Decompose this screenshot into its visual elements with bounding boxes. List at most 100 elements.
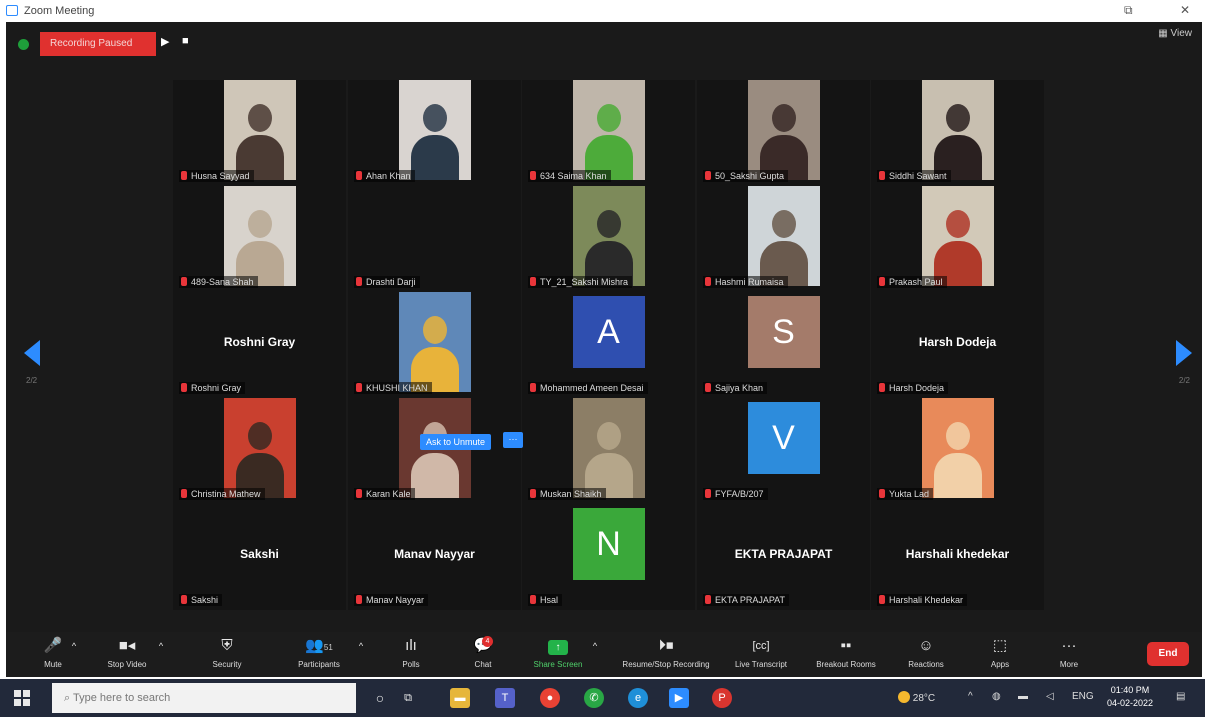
- participant-tile[interactable]: Muskan Shaikh: [522, 398, 695, 504]
- notifications-icon[interactable]: ▤: [1176, 691, 1185, 702]
- participant-tile[interactable]: Siddhi Sawant: [871, 80, 1044, 186]
- participant-tile[interactable]: S Sajiya Khan: [697, 292, 870, 398]
- participant-more-button[interactable]: ···: [503, 432, 523, 448]
- teams-icon[interactable]: T: [495, 688, 515, 708]
- video-options-chevron-icon[interactable]: ^: [156, 636, 166, 674]
- breakout-rooms-button[interactable]: ▪▪ Breakout Rooms: [810, 636, 882, 674]
- chrome-icon[interactable]: ●: [540, 688, 560, 708]
- participant-tile[interactable]: 634 Saima Khan: [522, 80, 695, 186]
- participant-tile[interactable]: Harshali khedekar Harshali Khedekar: [871, 504, 1044, 610]
- participants-button[interactable]: 👥51 Participants: [289, 636, 349, 674]
- file-explorer-icon[interactable]: ▬: [450, 688, 470, 708]
- reactions-label: Reactions: [908, 660, 944, 669]
- participant-tile[interactable]: KHUSHI KHAN: [348, 292, 521, 398]
- shield-icon: ⛨: [221, 637, 233, 654]
- chat-button[interactable]: 💬 4 Chat: [468, 636, 498, 674]
- participant-tile[interactable]: N Hsal: [522, 504, 695, 610]
- audio-options-chevron-icon[interactable]: ^: [69, 636, 79, 674]
- participants-options-chevron-icon[interactable]: ^: [356, 636, 366, 674]
- participant-tile[interactable]: TY_21_Sakshi Mishra: [522, 186, 695, 292]
- input-language[interactable]: ENG: [1072, 691, 1094, 702]
- view-button[interactable]: ▦ View: [1158, 28, 1192, 39]
- participant-display-name: Harsh Dodeja: [918, 335, 997, 349]
- resume-recording-play-icon[interactable]: ▶: [161, 35, 169, 48]
- participant-name: Drashti Darji: [366, 277, 416, 287]
- share-options-chevron-icon[interactable]: ^: [590, 636, 600, 674]
- reactions-button[interactable]: ☺ Reactions: [902, 636, 950, 674]
- live-transcript-button[interactable]: [cc] Live Transcript: [729, 636, 793, 674]
- muted-mic-icon: [356, 277, 362, 286]
- stop-video-button[interactable]: ■◂ Stop Video: [102, 636, 152, 674]
- participant-tile[interactable]: Drashti Darji: [348, 186, 521, 292]
- battery-icon[interactable]: ▬: [1018, 691, 1028, 702]
- participant-name-label: Christina Mathew: [179, 488, 265, 500]
- ask-to-unmute-button[interactable]: Ask to Unmute: [420, 434, 492, 450]
- more-label: More: [1059, 660, 1079, 669]
- participant-name-label: Ahan Khan: [354, 170, 415, 182]
- participant-name-label: Husna Sayyad: [179, 170, 254, 182]
- muted-mic-icon: [356, 171, 362, 180]
- page-indicator-left: 2/2: [26, 376, 38, 385]
- participant-tile[interactable]: Harsh Dodeja Harsh Dodeja: [871, 292, 1044, 398]
- muted-mic-icon: [181, 171, 187, 180]
- task-view-icon[interactable]: ⧉: [398, 688, 418, 708]
- participant-name-label: Drashti Darji: [354, 276, 420, 288]
- participant-name: TY_21_Sakshi Mishra: [540, 277, 629, 287]
- volume-icon[interactable]: ◁: [1046, 691, 1054, 702]
- meeting-info-shield-icon[interactable]: [18, 39, 29, 50]
- share-screen-button[interactable]: ↑ Share Screen: [531, 636, 585, 674]
- participant-tile[interactable]: EKTA PRAJAPAT EKTA PRAJAPAT: [697, 504, 870, 610]
- whatsapp-icon[interactable]: ✆: [584, 688, 604, 708]
- participant-tile[interactable]: Ahan Khan: [348, 80, 521, 186]
- gallery-grid: Husna Sayyad Ahan Khan 634 Saima Khan 50_Sa…: [173, 80, 1046, 630]
- participant-tile[interactable]: Hashmi Rumaisa: [697, 186, 870, 292]
- participant-tile[interactable]: Yukta Lad: [871, 398, 1044, 504]
- participant-tile[interactable]: A Mohammed Ameen Desai: [522, 292, 695, 398]
- participant-tile[interactable]: 489-Sana Shah: [173, 186, 346, 292]
- chat-label: Chat: [474, 660, 492, 669]
- muted-mic-icon: [356, 383, 362, 392]
- close-window-icon[interactable]: ✕: [1180, 3, 1190, 17]
- powerpoint-icon[interactable]: P: [712, 688, 732, 708]
- windows-start-icon[interactable]: [14, 690, 30, 706]
- participant-tile[interactable]: Husna Sayyad: [173, 80, 346, 186]
- participant-tile[interactable]: Christina Mathew: [173, 398, 346, 504]
- chat-unread-badge: 4: [482, 636, 493, 647]
- taskbar-clock[interactable]: 01:40 PM 04-02-2022: [1107, 684, 1153, 710]
- tray-overflow-chevron-icon[interactable]: ^: [968, 691, 973, 702]
- participant-tile[interactable]: Manav Nayyar Manav Nayyar: [348, 504, 521, 610]
- next-page-arrow-icon[interactable]: [1176, 340, 1192, 366]
- network-icon[interactable]: ◍: [992, 691, 1001, 702]
- participant-name: Karan Kale: [366, 489, 411, 499]
- participant-display-name: Manav Nayyar: [394, 547, 475, 561]
- previous-page-arrow-icon[interactable]: [24, 340, 40, 366]
- participant-tile[interactable]: Sakshi Sakshi: [173, 504, 346, 610]
- apps-button[interactable]: ⬚ Apps: [982, 636, 1018, 674]
- participant-tile[interactable]: Roshni Gray Roshni Gray: [173, 292, 346, 398]
- zoom-taskbar-icon[interactable]: ▶: [669, 688, 689, 708]
- polls-button[interactable]: ılı Polls: [394, 636, 428, 674]
- window-title: Zoom Meeting: [24, 5, 95, 17]
- muted-mic-icon: [530, 595, 536, 604]
- muted-mic-icon: [181, 383, 187, 392]
- participant-tile[interactable]: V FYFA/B/207: [697, 398, 870, 504]
- zoom-app-icon: [6, 5, 18, 16]
- mute-button[interactable]: 🎤 Mute: [36, 636, 70, 674]
- end-meeting-button[interactable]: End: [1147, 642, 1189, 666]
- weather-widget[interactable]: 28°C: [898, 691, 935, 704]
- more-button[interactable]: ··· More: [1051, 636, 1087, 674]
- stop-recording-icon[interactable]: ■: [182, 35, 189, 47]
- security-button[interactable]: ⛨ Security: [203, 636, 251, 674]
- taskbar-search-box[interactable]: ⌕ Type here to search: [52, 683, 356, 713]
- participant-tile[interactable]: 50_Sakshi Gupta: [697, 80, 870, 186]
- participant-name: 489-Sana Shah: [191, 277, 254, 287]
- participant-name-label: Karan Kale: [354, 488, 415, 500]
- participant-tile[interactable]: Prakash Paul: [871, 186, 1044, 292]
- resume-stop-recording-button[interactable]: ⏵⏹ Resume/Stop Recording: [609, 636, 723, 674]
- restore-window-icon[interactable]: ⧉: [1124, 3, 1133, 18]
- participant-name: Hashmi Rumaisa: [715, 277, 784, 287]
- cortana-circle-icon[interactable]: ○: [370, 688, 390, 708]
- participant-display-name: Sakshi: [240, 547, 279, 561]
- edge-icon[interactable]: e: [628, 688, 648, 708]
- participant-tile[interactable]: Karan Kale: [348, 398, 521, 504]
